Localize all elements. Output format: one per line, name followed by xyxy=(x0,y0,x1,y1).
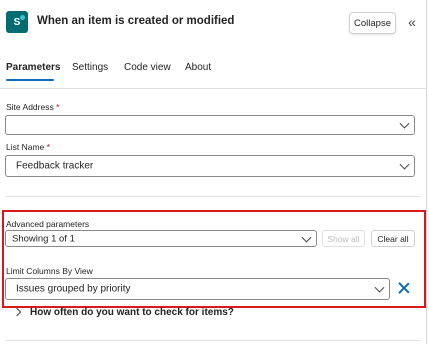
trigger-panel: S When an item is created or modified Co… xyxy=(0,0,429,344)
list-name-label: List Name * xyxy=(6,142,50,152)
chevron-down-icon xyxy=(399,118,410,129)
chevron-right-icon[interactable] xyxy=(12,307,22,317)
highlight-box xyxy=(2,210,426,308)
panel-header: S When an item is created or modified Co… xyxy=(0,0,426,46)
polling-frequency-expander[interactable]: How often do you want to check for items… xyxy=(30,307,234,318)
site-address-label-text: Site Address xyxy=(6,102,54,112)
panel-border xyxy=(426,0,427,344)
tab-code-view[interactable]: Code view xyxy=(124,62,171,73)
tab-settings[interactable]: Settings xyxy=(72,62,108,73)
double-chevron-left-icon[interactable]: « xyxy=(405,13,419,31)
sharepoint-icon: S xyxy=(6,11,28,33)
site-address-label: Site Address * xyxy=(6,102,59,112)
sharepoint-icon-dot xyxy=(20,15,25,20)
tab-parameters[interactable]: Parameters xyxy=(6,62,60,73)
tabs-divider xyxy=(0,88,426,89)
bottom-divider xyxy=(6,340,420,341)
required-marker: * xyxy=(56,102,60,112)
section-divider xyxy=(6,196,420,197)
list-name-value: Feedback tracker xyxy=(16,160,94,172)
required-marker: * xyxy=(46,142,50,152)
active-tab-indicator xyxy=(6,79,54,81)
chevron-down-icon xyxy=(399,159,410,170)
list-name-dropdown[interactable]: Feedback tracker xyxy=(5,155,415,177)
tab-about[interactable]: About xyxy=(185,62,211,73)
trigger-title: When an item is created or modified xyxy=(37,15,235,27)
list-name-label-text: List Name xyxy=(6,142,45,152)
site-address-dropdown[interactable] xyxy=(5,115,415,135)
collapse-button[interactable]: Collapse xyxy=(349,12,396,34)
